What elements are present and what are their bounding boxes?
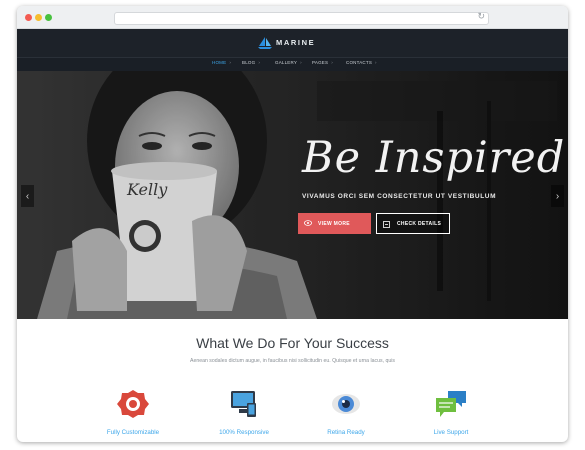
nav-label-contacts: CONTACTS (346, 60, 373, 65)
main-nav: HOME › BLOG › GALLERY › PAGES › CONTACTS › (17, 57, 568, 71)
feature-label: Live Support (433, 429, 469, 436)
brand-name[interactable]: MARINE (276, 38, 315, 47)
nav-label-home: HOME (212, 60, 227, 65)
close-window-dot[interactable] (25, 14, 32, 21)
check-details-button[interactable]: CHECK DETAILS (376, 213, 450, 234)
sail-logo-icon[interactable] (258, 37, 272, 49)
section-title: What We Do For Your Success (196, 335, 389, 351)
gear-icon (116, 389, 150, 419)
nav-label-pages: PAGES (312, 60, 329, 65)
hero-slider: Kelly Be Inspired VIVAMUS ORCI SEM CONSE… (17, 71, 568, 319)
maximize-window-dot[interactable] (45, 14, 52, 21)
hero-headline: Be Inspired (302, 133, 566, 183)
address-bar[interactable]: ↻ (114, 11, 489, 25)
feature-responsive[interactable]: 100% Responsive (204, 389, 284, 436)
chevron-right-icon: › (375, 60, 377, 65)
feature-support[interactable]: Live Support (411, 389, 491, 436)
reload-icon[interactable]: ↻ (477, 11, 485, 22)
feature-label: Retina Ready (327, 429, 365, 436)
browser-chrome: ↻ (17, 6, 568, 29)
check-details-label: CHECK DETAILS (397, 220, 442, 227)
document-icon (383, 221, 390, 228)
nav-item-gallery[interactable]: GALLERY › (275, 60, 302, 65)
nav-item-blog[interactable]: BLOG › (242, 60, 260, 65)
nav-label-gallery: GALLERY (275, 60, 298, 65)
view-more-label: VIEW MORE (318, 220, 350, 227)
nav-item-pages[interactable]: PAGES › (312, 60, 333, 65)
feature-customizable[interactable]: Fully Customizable (93, 389, 173, 436)
eye-icon (329, 389, 363, 419)
chevron-right-icon: › (331, 60, 333, 65)
view-more-button[interactable]: VIEW MORE (298, 213, 371, 234)
chevron-right-icon: › (555, 190, 560, 202)
feature-label: 100% Responsive (219, 429, 269, 436)
eye-icon (304, 220, 312, 226)
minimize-window-dot[interactable] (35, 14, 42, 21)
feature-label: Fully Customizable (106, 429, 160, 436)
cup-name-text: Kelly (126, 180, 168, 199)
chevron-right-icon: › (300, 60, 302, 65)
nav-label-blog: BLOG (242, 60, 256, 65)
site-header: MARINE (17, 29, 568, 57)
browser-window: ↻ MARINE HOME › BLOG › GALLERY › PAGES › CON… (17, 6, 568, 442)
devices-icon (227, 389, 261, 419)
chevron-right-icon: › (229, 60, 232, 65)
feature-retina[interactable]: Retina Ready (306, 389, 386, 436)
slider-prev-arrow[interactable]: ‹ (21, 185, 34, 207)
nav-item-home[interactable]: HOME › (212, 60, 231, 65)
hero-subhead: VIVAMUS ORCI SEM CONSECTETUR UT VESTIBUL… (302, 193, 497, 200)
nav-item-contacts[interactable]: CONTACTS › (346, 60, 377, 65)
chat-icon (434, 389, 468, 419)
slider-next-arrow[interactable]: › (551, 185, 564, 207)
chevron-left-icon: ‹ (25, 190, 30, 202)
section-description: Aenean sodales dictum augue, in faucibus… (189, 358, 396, 364)
chevron-right-icon: › (258, 60, 261, 65)
